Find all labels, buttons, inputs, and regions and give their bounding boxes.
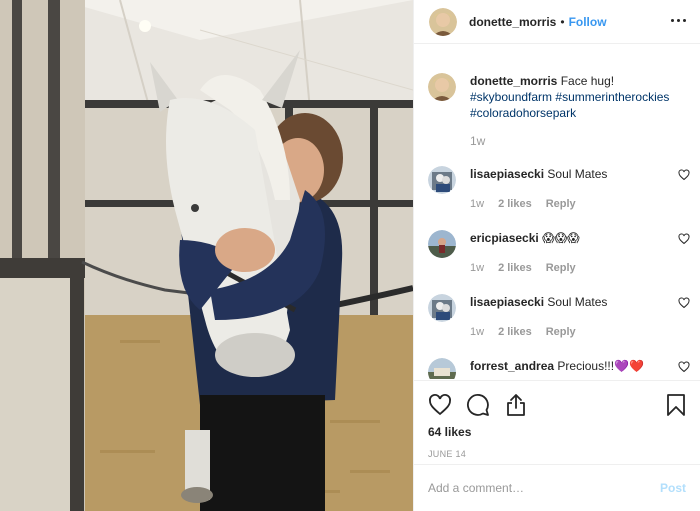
follow-button[interactable]: Follow <box>569 15 607 29</box>
comment-item: lisaepiasecki Soul Mates 1w 2 likes Repl… <box>428 294 690 340</box>
separator-dot: • <box>560 14 565 29</box>
comment-timestamp[interactable]: 1w <box>470 324 484 340</box>
comment-username[interactable]: lisaepiasecki <box>470 167 544 181</box>
post-photo[interactable] <box>0 0 413 511</box>
comment-text: 😱😱😱 <box>542 231 580 245</box>
post-side-panel: donette_morris • Follow donette_morris F… <box>413 0 700 511</box>
hashtag[interactable]: #summerintherockies <box>555 90 669 104</box>
comment-input[interactable] <box>428 481 660 495</box>
avatar[interactable] <box>428 358 456 379</box>
comment-icon[interactable] <box>466 393 490 417</box>
hashtag[interactable]: #coloradohorsepark <box>470 106 576 120</box>
heart-icon[interactable] <box>428 393 452 417</box>
bookmark-icon[interactable] <box>666 393 686 417</box>
share-icon[interactable] <box>504 393 528 417</box>
reply-button[interactable]: Reply <box>546 260 576 276</box>
comment-username[interactable]: lisaepiasecki <box>470 295 544 309</box>
header-username[interactable]: donette_morris <box>469 15 556 29</box>
comment-likes[interactable]: 2 likes <box>498 324 532 340</box>
comment-likes[interactable]: 2 likes <box>498 260 532 276</box>
avatar[interactable] <box>428 166 456 194</box>
likes-count[interactable]: 64 likes <box>428 425 686 439</box>
comment-text: Precious!!!💜❤️ <box>557 359 644 373</box>
avatar[interactable] <box>428 73 456 101</box>
comments-list[interactable]: donette_morris Face hug! #skyboundfarm #… <box>414 57 700 379</box>
caption-username[interactable]: donette_morris <box>470 74 557 88</box>
action-bar <box>428 383 686 427</box>
heart-icon[interactable] <box>678 169 690 181</box>
post-photo-image <box>0 0 413 511</box>
caption: donette_morris Face hug! #skyboundfarm #… <box>428 73 688 149</box>
avatar[interactable] <box>428 230 456 258</box>
post-actions: 64 likes JUNE 14 <box>414 380 700 470</box>
comment-text: Soul Mates <box>547 295 608 309</box>
comment-username[interactable]: forrest_andrea <box>470 359 554 373</box>
avatar[interactable] <box>429 7 457 36</box>
add-comment-section: Post <box>414 464 700 511</box>
comment-likes[interactable]: 2 likes <box>498 196 532 212</box>
more-options-icon[interactable] <box>671 19 686 22</box>
caption-timestamp[interactable]: 1w <box>470 133 669 149</box>
comment-timestamp[interactable]: 1w <box>470 196 484 212</box>
heart-icon[interactable] <box>678 297 690 309</box>
post-comment-button[interactable]: Post <box>660 481 686 495</box>
comment-item: lisaepiasecki Soul Mates 1w 2 likes Repl… <box>428 166 690 212</box>
reply-button[interactable]: Reply <box>546 324 576 340</box>
comment-item: forrest_andrea Precious!!!💜❤️ <box>428 358 690 379</box>
avatar[interactable] <box>428 294 456 322</box>
comment-timestamp[interactable]: 1w <box>470 260 484 276</box>
reply-button[interactable]: Reply <box>546 196 576 212</box>
comment-text: Soul Mates <box>547 167 608 181</box>
comment-item: ericpiasecki 😱😱😱 1w 2 likes Reply <box>428 230 690 276</box>
instagram-post: donette_morris • Follow donette_morris F… <box>0 0 700 511</box>
comment-username[interactable]: ericpiasecki <box>470 231 539 245</box>
heart-icon[interactable] <box>678 361 690 373</box>
hashtag[interactable]: #skyboundfarm <box>470 90 552 104</box>
heart-icon[interactable] <box>678 233 690 245</box>
post-header: donette_morris • Follow <box>414 0 700 44</box>
caption-text: Face hug! <box>560 74 615 88</box>
post-date[interactable]: JUNE 14 <box>428 449 686 459</box>
